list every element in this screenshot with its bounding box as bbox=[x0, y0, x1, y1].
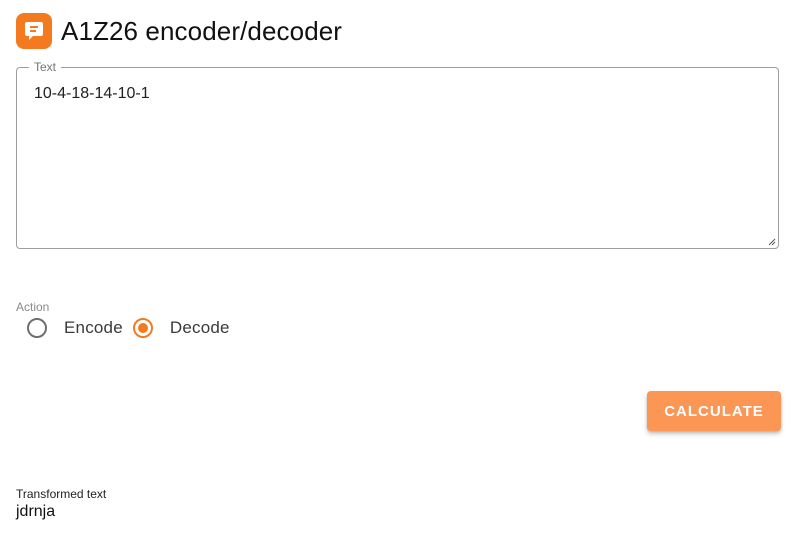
radio-encode[interactable]: Encode bbox=[27, 318, 123, 338]
radio-decode[interactable]: Decode bbox=[132, 318, 230, 338]
calculate-button[interactable]: CALCULATE bbox=[647, 391, 781, 431]
text-field-value[interactable]: 10-4-18-14-10-1 bbox=[34, 85, 150, 103]
radio-decode-label[interactable]: Decode bbox=[170, 318, 230, 338]
text-input-field[interactable]: Text 10-4-18-14-10-1 bbox=[16, 60, 779, 249]
page: A1Z26 encoder/decoder Text 10-4-18-14-10… bbox=[0, 0, 797, 537]
chat-bubble-icon bbox=[25, 22, 43, 40]
action-radio-group: Encode Decode bbox=[27, 318, 240, 338]
radio-checked-icon[interactable] bbox=[132, 318, 153, 338]
app-logo bbox=[16, 13, 52, 49]
result-value: jdrnja bbox=[16, 503, 56, 520]
radio-encode-label[interactable]: Encode bbox=[64, 318, 123, 338]
header: A1Z26 encoder/decoder bbox=[16, 13, 342, 49]
result-label: Transformed text bbox=[16, 487, 107, 501]
page-title: A1Z26 encoder/decoder bbox=[61, 15, 343, 46]
text-field-label: Text bbox=[29, 60, 62, 74]
resize-handle-icon[interactable] bbox=[768, 238, 776, 246]
radio-unchecked-icon[interactable] bbox=[27, 318, 47, 338]
action-label: Action bbox=[16, 300, 50, 314]
